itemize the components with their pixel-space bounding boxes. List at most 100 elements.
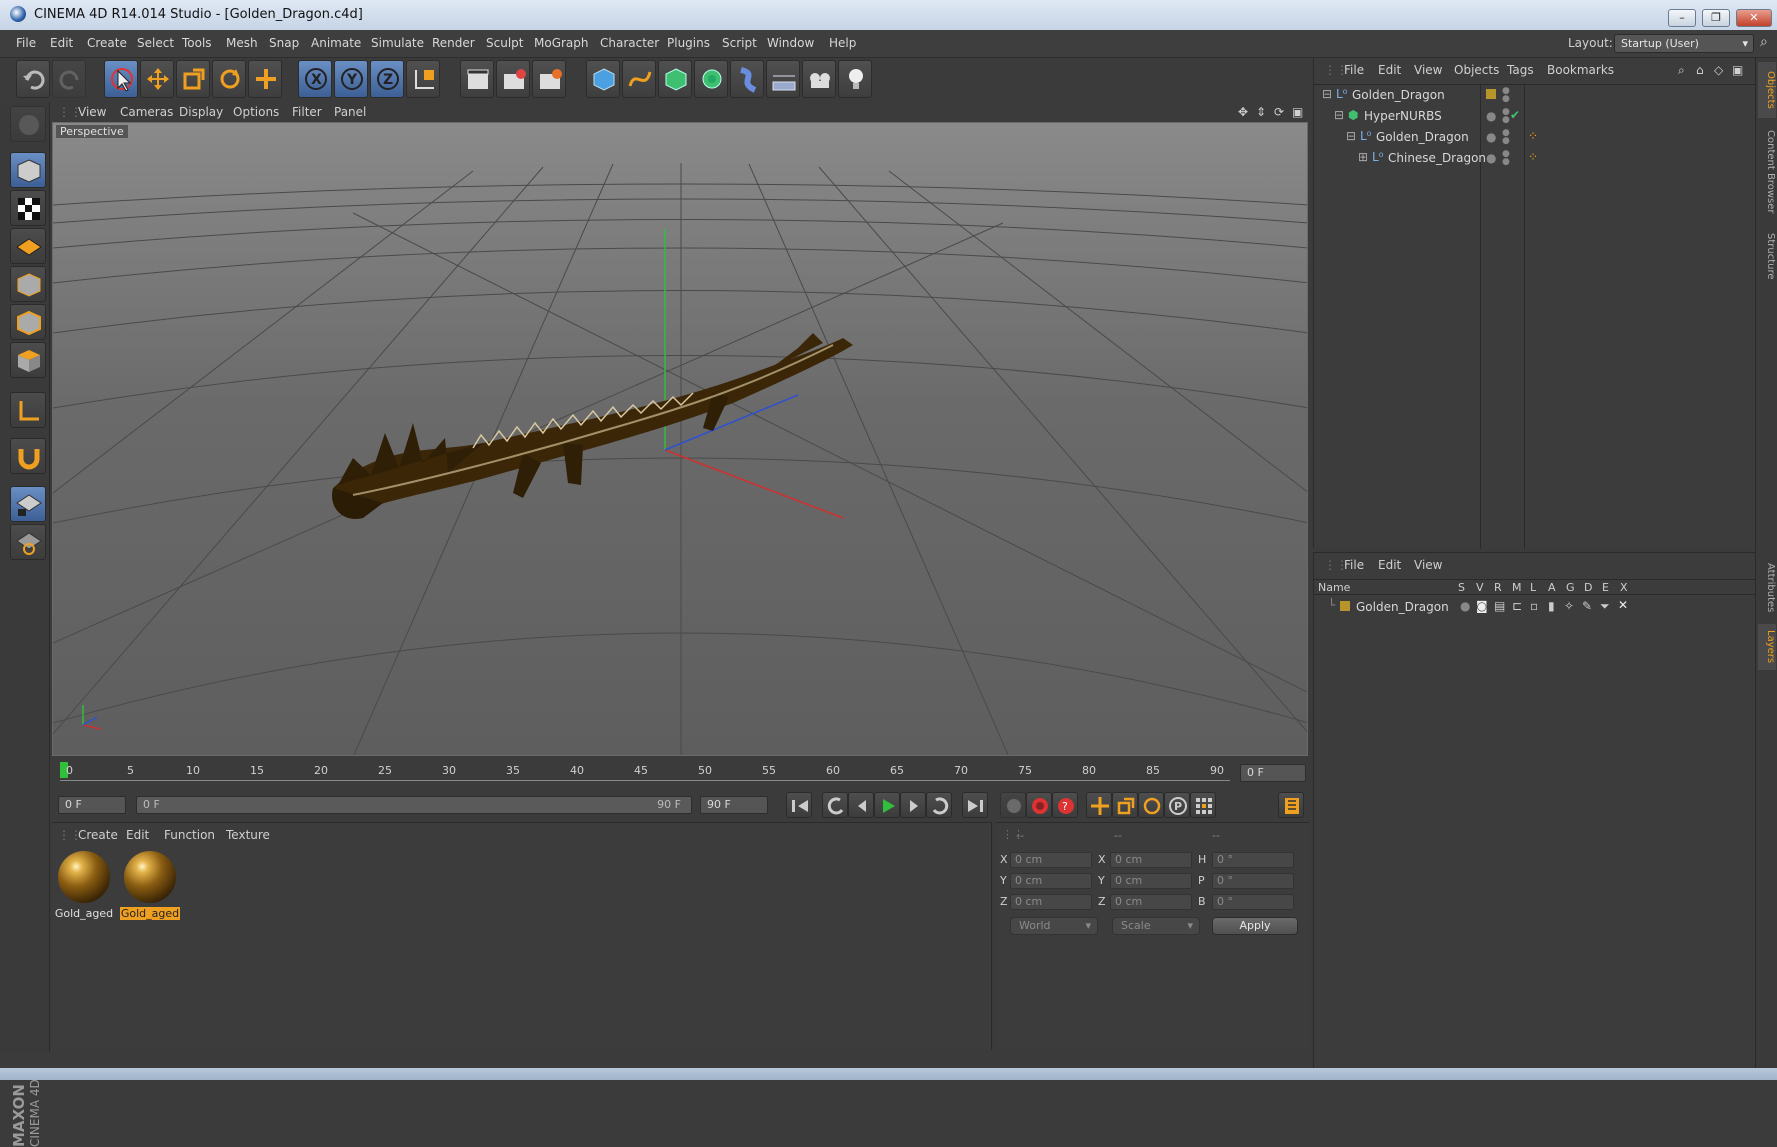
- next-key-button[interactable]: [926, 792, 952, 818]
- layers-menu-edit[interactable]: Edit: [1378, 558, 1401, 572]
- objects-menu-view[interactable]: View: [1414, 63, 1442, 77]
- key-parameter-button[interactable]: P: [1164, 792, 1190, 818]
- menu-create[interactable]: Create: [87, 36, 127, 50]
- layer-row[interactable]: └ Golden_Dragon ● ◙ ▤ ⊏ ▫ ▮ ✧ ✎ ⏷ ✕: [1314, 597, 1756, 617]
- material-swatch-selected[interactable]: Gold_aged: [120, 849, 180, 925]
- menu-character[interactable]: Character: [600, 36, 659, 50]
- generators-toggle-icon[interactable]: ✧: [1564, 599, 1574, 613]
- menu-animate[interactable]: Animate: [311, 36, 361, 50]
- xref-toggle-icon[interactable]: ✕: [1618, 598, 1628, 612]
- key-position-button[interactable]: [1086, 792, 1112, 818]
- add-camera-button[interactable]: [802, 60, 836, 98]
- render-view-button[interactable]: [460, 60, 494, 98]
- manager-toggle-icon[interactable]: ⊏: [1512, 599, 1522, 613]
- rot-b-field[interactable]: 0 °: [1212, 894, 1294, 910]
- coordinate-mode-select[interactable]: Scale ▾: [1112, 917, 1200, 935]
- menu-render[interactable]: Render: [432, 36, 475, 50]
- viewport-menu-filter[interactable]: Filter: [292, 105, 322, 119]
- layers-menu-view[interactable]: View: [1414, 558, 1442, 572]
- key-pla-button[interactable]: [1190, 792, 1216, 818]
- expand-icon[interactable]: ⊟: [1334, 108, 1344, 122]
- size-z-field[interactable]: 0 cm: [1110, 894, 1192, 910]
- current-frame-field[interactable]: 0 F: [1240, 764, 1306, 782]
- rot-p-field[interactable]: 0 °: [1212, 873, 1294, 889]
- play-button[interactable]: [874, 792, 900, 818]
- go-to-start-button[interactable]: [786, 792, 812, 818]
- menu-edit[interactable]: Edit: [50, 36, 73, 50]
- visibility-dots-icon[interactable]: ● ●: [1502, 87, 1510, 104]
- rotate-tool-button[interactable]: [212, 60, 246, 98]
- up-level-icon[interactable]: ◇: [1714, 63, 1723, 77]
- column-visible[interactable]: V: [1476, 581, 1484, 594]
- lock-toggle-icon[interactable]: ▫: [1530, 599, 1538, 613]
- column-animation[interactable]: A: [1548, 581, 1556, 594]
- render-settings-button[interactable]: [532, 60, 566, 98]
- polygons-mode-button[interactable]: [10, 342, 46, 378]
- objects-menu-file[interactable]: File: [1344, 63, 1364, 77]
- column-xref[interactable]: X: [1620, 581, 1628, 594]
- previous-frame-button[interactable]: [848, 792, 874, 818]
- layout-select[interactable]: Startup (User) ▾: [1614, 34, 1754, 53]
- tree-row[interactable]: ⊟ ⬢ HyperNURBS ● ● ● ✔: [1314, 106, 1756, 127]
- layers-menu-file[interactable]: File: [1344, 558, 1364, 572]
- menu-tools[interactable]: Tools: [182, 36, 212, 50]
- record-keys-button[interactable]: [1000, 792, 1026, 818]
- autokeying-button[interactable]: [1026, 792, 1052, 818]
- add-floor-button[interactable]: [766, 60, 800, 98]
- zoom-view-icon[interactable]: ⇕: [1256, 105, 1266, 119]
- dragon-model[interactable]: [332, 333, 853, 519]
- deformers-toggle-icon[interactable]: ✎: [1582, 599, 1592, 613]
- x-axis-button[interactable]: X: [298, 60, 332, 98]
- planar-workplane-button[interactable]: [10, 524, 46, 560]
- material-menu-edit[interactable]: Edit: [126, 828, 149, 842]
- close-button[interactable]: ✕: [1736, 9, 1772, 27]
- animation-toggle-icon[interactable]: ▮: [1548, 599, 1555, 613]
- objects-menu-objects[interactable]: Objects: [1454, 63, 1499, 77]
- size-y-field[interactable]: 0 cm: [1110, 873, 1192, 889]
- menu-snap[interactable]: Snap: [269, 36, 299, 50]
- layer-color-swatch[interactable]: [1340, 601, 1350, 611]
- tree-row[interactable]: ⊟ L⁰ Golden_Dragon ● ●: [1314, 85, 1756, 106]
- menu-help[interactable]: Help: [829, 36, 856, 50]
- expressions-toggle-icon[interactable]: ⏷: [1600, 599, 1610, 614]
- material-tag-icon[interactable]: ⁘: [1528, 150, 1538, 164]
- tab-attributes[interactable]: Attributes: [1758, 556, 1776, 620]
- tweak-magnet-button[interactable]: [10, 438, 46, 474]
- rot-h-field[interactable]: 0 °: [1212, 852, 1294, 868]
- menu-sculpt[interactable]: Sculpt: [486, 36, 523, 50]
- material-menu-texture[interactable]: Texture: [226, 828, 270, 842]
- maximize-button[interactable]: ❐: [1702, 9, 1730, 27]
- solo-toggle-icon[interactable]: ●: [1460, 599, 1470, 613]
- material-swatch[interactable]: Gold_aged: [54, 849, 114, 925]
- menu-mograph[interactable]: MoGraph: [534, 36, 589, 50]
- tree-row[interactable]: ⊟ L⁰ Golden_Dragon ● ● ● ⁘: [1314, 127, 1756, 148]
- visibility-dots-icon[interactable]: ● ●: [1502, 150, 1510, 167]
- coordinate-system-button[interactable]: [406, 60, 440, 98]
- material-menu-create[interactable]: Create: [78, 828, 118, 842]
- expand-icon[interactable]: ⊞: [1358, 150, 1368, 164]
- visibility-dots-icon[interactable]: ● ●: [1502, 129, 1510, 146]
- scale-tool-button[interactable]: [176, 60, 210, 98]
- start-frame-field[interactable]: 0 F: [58, 796, 126, 814]
- column-generators[interactable]: G: [1566, 581, 1575, 594]
- previous-key-button[interactable]: [822, 792, 848, 818]
- visibility-dots-icon[interactable]: ● ●: [1502, 108, 1510, 125]
- enabled-check-icon[interactable]: ✔: [1510, 108, 1520, 122]
- column-manager[interactable]: M: [1512, 581, 1522, 594]
- viewport-menu-cameras[interactable]: Cameras: [120, 105, 173, 119]
- edges-mode-button[interactable]: [10, 304, 46, 340]
- material-tag-icon[interactable]: ⁘: [1528, 129, 1538, 143]
- move-tool-button[interactable]: [140, 60, 174, 98]
- objects-menu-bookmarks[interactable]: Bookmarks: [1547, 63, 1614, 77]
- expand-icon[interactable]: ⊟: [1322, 87, 1332, 101]
- visible-toggle-icon[interactable]: ◙: [1476, 599, 1488, 613]
- column-render[interactable]: R: [1494, 581, 1502, 594]
- viewport-menu-panel[interactable]: Panel: [334, 105, 366, 119]
- menu-window[interactable]: Window: [767, 36, 814, 50]
- column-expressions[interactable]: E: [1602, 581, 1609, 594]
- coordinate-space-select[interactable]: World ▾: [1010, 917, 1098, 935]
- column-deformers[interactable]: D: [1584, 581, 1592, 594]
- viewport-menu-display[interactable]: Display: [179, 105, 223, 119]
- texture-mode-button[interactable]: [10, 190, 46, 226]
- expand-icon[interactable]: ⊟: [1346, 129, 1356, 143]
